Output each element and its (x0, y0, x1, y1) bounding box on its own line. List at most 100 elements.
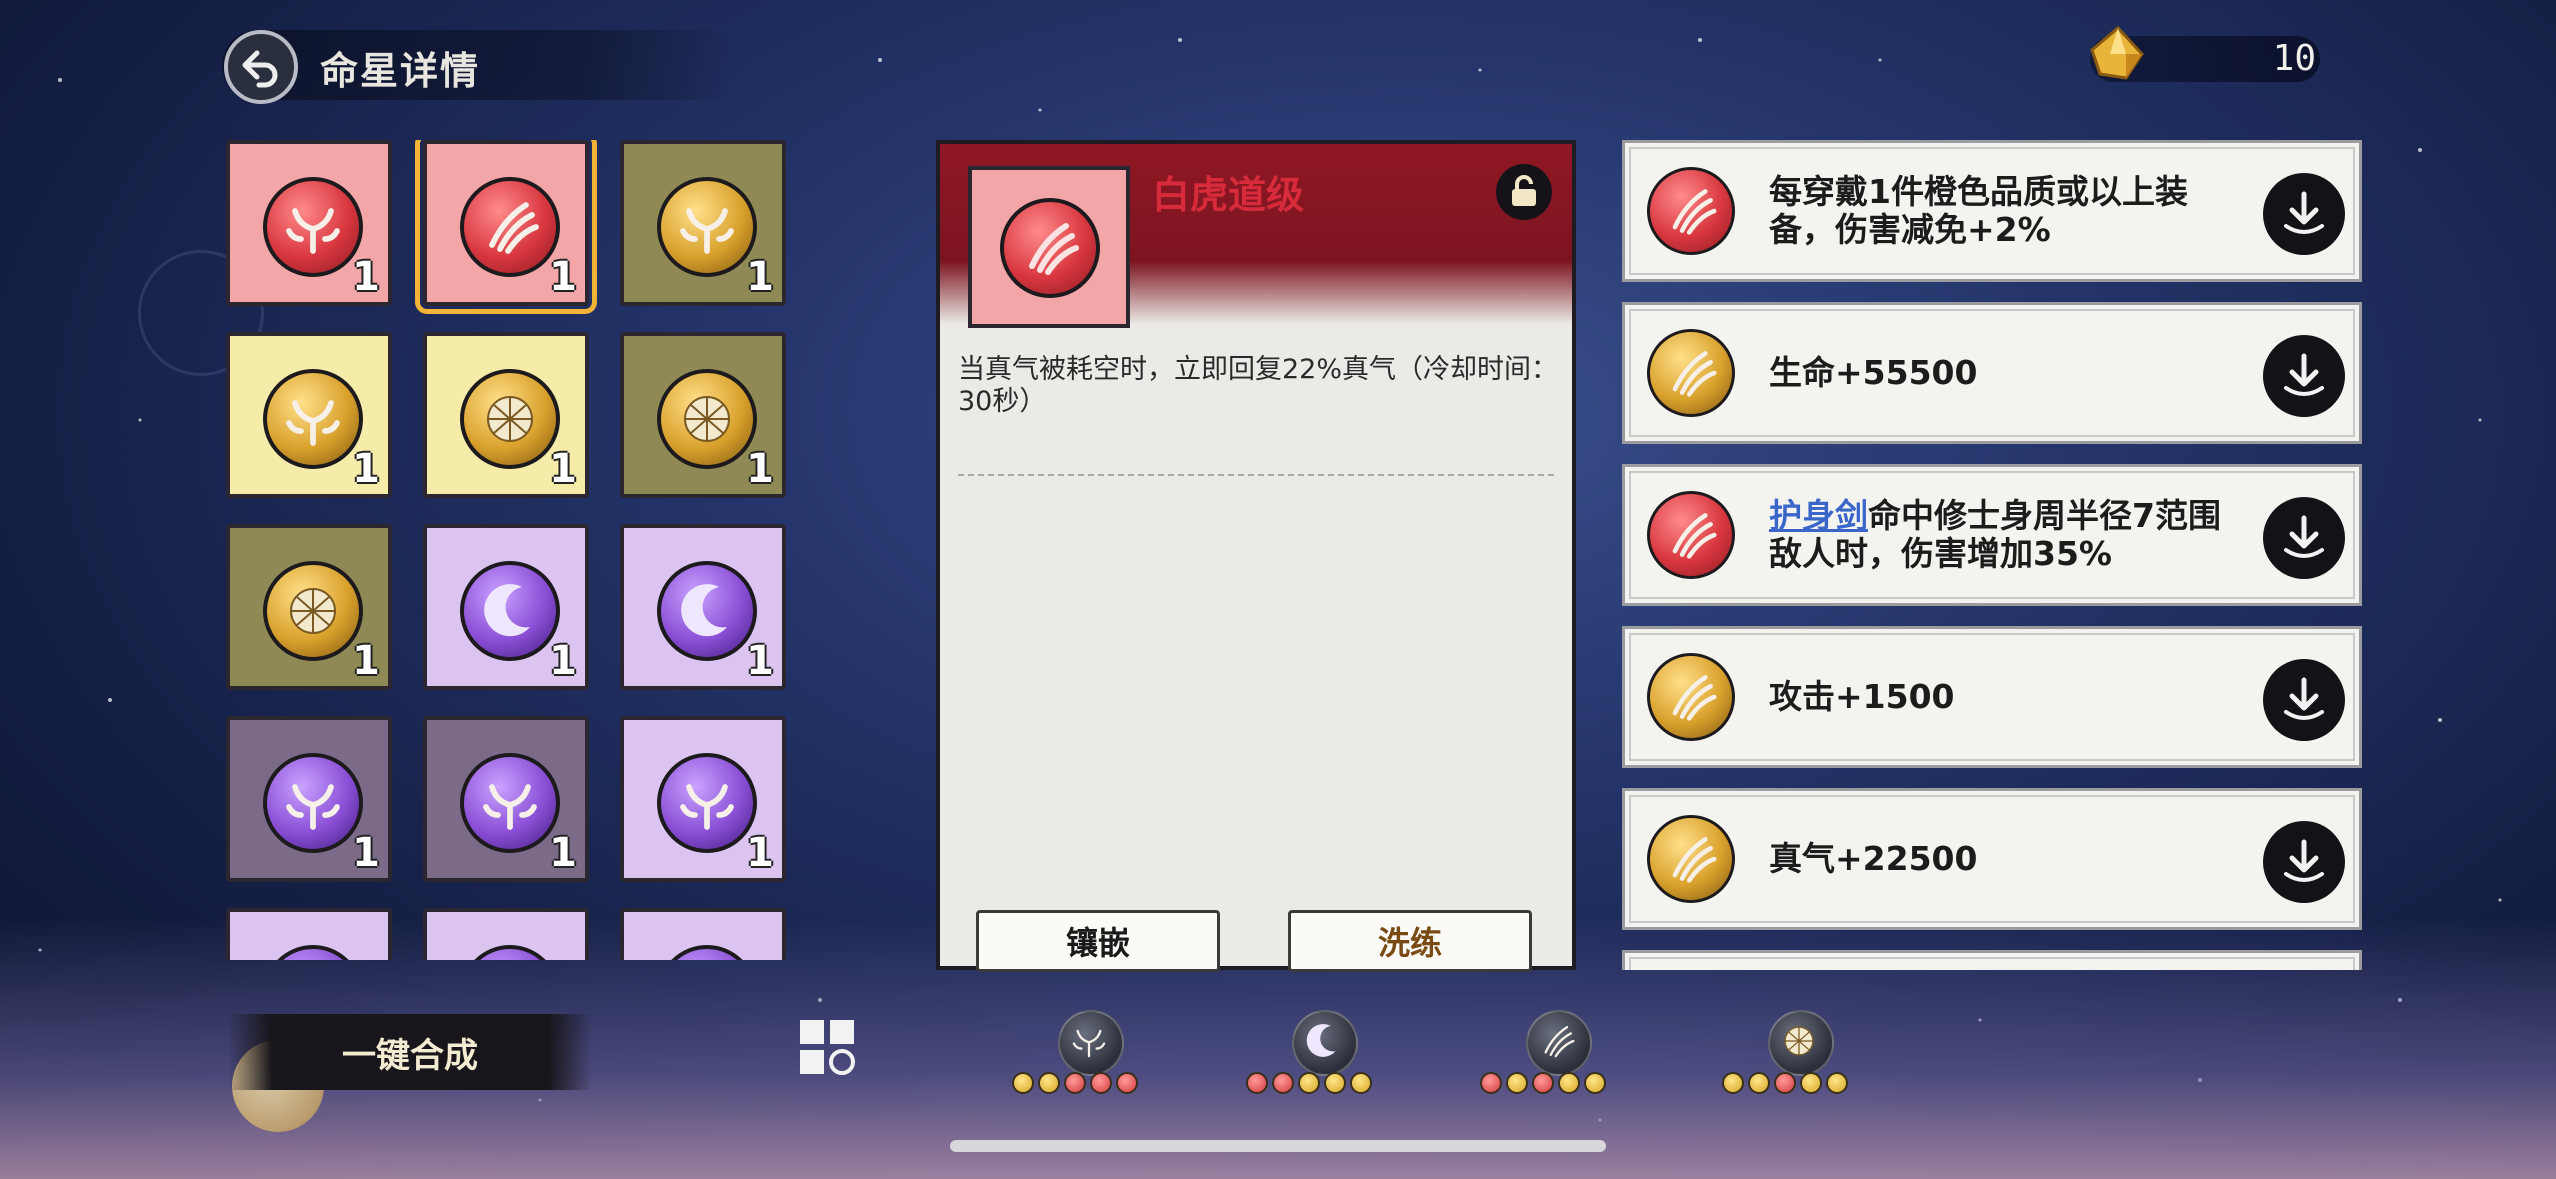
gold-dot (1722, 1072, 1744, 1094)
slot-count: 1 (746, 254, 774, 300)
attribute-item[interactable]: 真气+22500 (1622, 788, 2362, 930)
red-dot (1246, 1072, 1268, 1094)
attribute-label: 生命+55500 (1769, 353, 1978, 392)
attribute-item[interactable] (1622, 950, 2362, 970)
slot-count: 1 (352, 830, 380, 876)
red-dot (1480, 1072, 1502, 1094)
gold-claw-orb-icon (1647, 815, 1735, 903)
home-indicator (950, 1140, 1606, 1152)
attribute-label: 真气+22500 (1769, 839, 1978, 878)
star-slot[interactable]: 1 (620, 524, 786, 690)
equip-button[interactable] (2263, 497, 2345, 579)
attribute-item[interactable]: 每穿戴1件橙色品质或以上装备，伤害减免+2% (1622, 140, 2362, 282)
attribute-item[interactable]: 护身剑命中修士身周半径7范围敌人时，伤害增加35% (1622, 464, 2362, 606)
filter-horns-filter[interactable] (1000, 1008, 1180, 1108)
attribute-text: 护身剑命中修士身周半径7范围敌人时，伤害增加35% (1769, 467, 2239, 603)
filter-dots (1480, 1072, 1606, 1094)
attribute-label: 每穿戴1件橙色品质或以上装备，伤害减免+2% (1769, 172, 2188, 249)
red-dot (1272, 1072, 1294, 1094)
refine-button[interactable]: 洗练 (1288, 910, 1532, 972)
attribute-text: 每穿戴1件橙色品质或以上装备，伤害减免+2% (1769, 143, 2239, 279)
gold-dot (1558, 1072, 1580, 1094)
equip-down-arrow-icon (2284, 191, 2324, 234)
grid-filter-icon[interactable] (790, 1010, 864, 1084)
detail-name: 白虎道级 (1152, 173, 1305, 217)
gold-dot (1800, 1072, 1822, 1094)
purple-horns-orb-icon (263, 753, 363, 853)
star-slot[interactable]: 1 (226, 716, 392, 882)
slot-count: 1 (746, 830, 774, 876)
star-slot[interactable] (620, 908, 786, 960)
inlay-button[interactable]: 镶嵌 (976, 910, 1220, 972)
equip-button[interactable] (2263, 659, 2345, 741)
slot-count: 1 (549, 638, 577, 684)
slot-count: 1 (352, 638, 380, 684)
gold-dot (1826, 1072, 1848, 1094)
slot-count: 1 (746, 638, 774, 684)
slot-count: 1 (549, 830, 577, 876)
purple-horns-orb-icon (657, 945, 757, 960)
equip-down-arrow-icon (2284, 839, 2324, 882)
one-click-merge-button[interactable]: 一键合成 (228, 1014, 592, 1090)
filter-shell-filter[interactable] (1710, 1008, 1890, 1108)
red-claw-orb-icon (1647, 167, 1735, 255)
equip-button[interactable] (2263, 335, 2345, 417)
equip-button[interactable] (2263, 173, 2345, 255)
purple-moon-orb-icon (657, 561, 757, 661)
gold-crystal-icon (2090, 25, 2144, 80)
star-slot[interactable] (423, 908, 589, 960)
star-slot[interactable]: 1 (423, 332, 589, 498)
red-dot (1532, 1072, 1554, 1094)
slot-count: 1 (352, 446, 380, 492)
star-slot[interactable]: 1 (423, 524, 589, 690)
slot-count: 1 (549, 446, 577, 492)
red-claw-orb-icon (1647, 491, 1735, 579)
red-claw-orb-icon (1000, 198, 1100, 298)
currency-value: 10 (2272, 38, 2316, 79)
filter-moon-filter[interactable] (1234, 1008, 1414, 1108)
lock-button[interactable] (1496, 164, 1552, 220)
star-slot[interactable]: 1 (620, 716, 786, 882)
filter-dots (1722, 1072, 1848, 1094)
star-slot[interactable]: 1 (226, 524, 392, 690)
purple-horns-orb-icon (657, 753, 757, 853)
attribute-list: 每穿戴1件橙色品质或以上装备，伤害减免+2% 生命+55500 护身剑命中修士身周半… (1622, 140, 2362, 970)
gold-dot (1324, 1072, 1346, 1094)
gold-dot (1298, 1072, 1320, 1094)
filter-claw-filter[interactable] (1468, 1008, 1648, 1108)
back-button[interactable] (224, 30, 298, 104)
gold-horns-orb-icon (263, 369, 363, 469)
star-slot[interactable]: 1 (620, 140, 786, 306)
star-slot[interactable]: 1 (620, 332, 786, 498)
star-grid: 1 1 1 1 1 1 1 1 1 1 1 1 (226, 140, 800, 960)
gold-horns-orb-icon (657, 177, 757, 277)
gold-dot (1584, 1072, 1606, 1094)
attribute-item[interactable]: 生命+55500 (1622, 302, 2362, 444)
star-slot[interactable]: 1 (423, 716, 589, 882)
equip-button[interactable] (2263, 821, 2345, 903)
moon-filter-icon (1292, 1010, 1358, 1076)
slot-count: 1 (549, 254, 577, 300)
horns-filter-icon (1058, 1010, 1124, 1076)
gold-shell-orb-icon (657, 369, 757, 469)
red-claw-orb-icon (460, 177, 560, 277)
claw-filter-icon (1526, 1010, 1592, 1076)
purple-horns-orb-icon (460, 753, 560, 853)
star-slot[interactable]: 1 (415, 140, 597, 314)
skill-link[interactable]: 护身剑 (1769, 496, 1868, 535)
attribute-item[interactable]: 攻击+1500 (1622, 626, 2362, 768)
filter-dots (1246, 1072, 1372, 1094)
gold-shell-orb-icon (460, 369, 560, 469)
star-slot[interactable]: 1 (226, 140, 392, 306)
purple-horns-orb-icon (460, 945, 560, 960)
star-slot[interactable]: 1 (226, 332, 392, 498)
gold-dot (1012, 1072, 1034, 1094)
shell-filter-icon (1768, 1010, 1834, 1076)
equip-down-arrow-icon (2284, 353, 2324, 396)
detail-orb-slot (968, 166, 1130, 328)
star-slot[interactable] (226, 908, 392, 960)
attribute-text: 攻击+1500 (1769, 629, 2239, 765)
lock-icon (1512, 175, 1536, 206)
equip-down-arrow-icon (2284, 515, 2324, 558)
gold-claw-orb-icon (1647, 653, 1735, 741)
